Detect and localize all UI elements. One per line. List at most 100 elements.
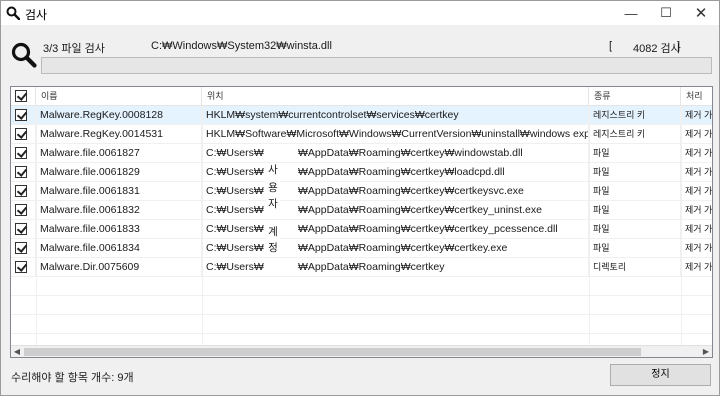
row-check-cell[interactable] bbox=[11, 201, 36, 220]
row-action: 제거 가 bbox=[685, 205, 713, 215]
scan-stage-label: 3/3 파일 검사 bbox=[43, 43, 105, 55]
row-name: Malware.Dir.0075609 bbox=[36, 258, 202, 277]
empty-row bbox=[11, 277, 712, 296]
scrollbar-thumb[interactable] bbox=[24, 348, 641, 356]
row-checkbox[interactable] bbox=[15, 128, 27, 140]
row-type: 파일 bbox=[589, 144, 681, 163]
column-divider bbox=[589, 106, 590, 345]
row-checkbox[interactable] bbox=[15, 185, 27, 197]
row-checkbox[interactable] bbox=[15, 147, 27, 159]
column-divider bbox=[202, 106, 203, 345]
row-location: C:₩Users₩ ₩AppData₩Roaming₩certkey₩loadcp… bbox=[202, 163, 589, 182]
row-action: 제거 가 bbox=[685, 243, 713, 253]
user-account-char: 정 bbox=[266, 241, 280, 256]
row-type: 파일 bbox=[589, 182, 681, 201]
row-checkbox[interactable] bbox=[15, 242, 27, 254]
table-row[interactable]: Malware.file.0061831 C:₩Users₩ ₩AppData₩Ro… bbox=[11, 182, 713, 201]
row-checkbox[interactable] bbox=[15, 166, 27, 178]
location-prefix: C:₩Users₩ bbox=[206, 185, 264, 197]
table-row[interactable]: Malware.file.0061827 C:₩Users₩ ₩AppData₩Ro… bbox=[11, 144, 713, 163]
scan-progress-bar bbox=[41, 57, 712, 74]
row-name: Malware.file.0061827 bbox=[36, 144, 202, 163]
row-check-cell[interactable] bbox=[11, 144, 36, 163]
row-location: C:₩Users₩ ₩AppData₩Roaming₩certkey₩certke… bbox=[202, 239, 589, 258]
row-type: 파일 bbox=[589, 239, 681, 258]
title-bar[interactable]: 검사 — ☐ ✕ bbox=[1, 1, 719, 25]
maximize-button[interactable]: ☐ bbox=[650, 1, 682, 25]
scan-count: 4082 검사 bbox=[633, 43, 681, 55]
table-row[interactable]: Malware.file.0061832 C:₩Users₩ ₩AppData₩Ro… bbox=[11, 201, 713, 220]
row-action: 제거 가 bbox=[685, 186, 713, 196]
user-account-char: 계 bbox=[266, 225, 280, 240]
row-type: 파일 bbox=[589, 163, 681, 182]
horizontal-scrollbar[interactable]: ◀ ▶ bbox=[11, 345, 712, 357]
stop-button[interactable]: 정지 bbox=[610, 364, 711, 386]
row-checkbox[interactable] bbox=[15, 261, 27, 273]
table-row[interactable]: Malware.Dir.0075609 C:₩Users₩ ₩AppData₩Roa… bbox=[11, 258, 713, 277]
row-name: Malware.RegKey.0014531 bbox=[36, 125, 202, 144]
location-suffix: ₩AppData₩Roaming₩certkey₩certkeysvc.exe bbox=[298, 185, 524, 197]
select-all-checkbox[interactable] bbox=[15, 90, 27, 102]
user-account-char: 용 bbox=[266, 181, 280, 196]
column-action[interactable]: 처리 bbox=[681, 87, 712, 106]
row-action: 제거 가 bbox=[685, 129, 713, 139]
list-header: 이름 위치 종류 처리 bbox=[11, 87, 712, 106]
row-checkbox[interactable] bbox=[15, 109, 27, 121]
row-type: 파일 bbox=[589, 220, 681, 239]
row-check-cell[interactable] bbox=[11, 220, 36, 239]
row-check-cell[interactable] bbox=[11, 258, 36, 277]
table-row[interactable]: Malware.file.0061834 C:₩Users₩ ₩AppData₩Ro… bbox=[11, 239, 713, 258]
row-location: C:₩Users₩ ₩AppData₩Roaming₩certkey₩window… bbox=[202, 144, 589, 163]
row-location: C:₩Users₩ ₩AppData₩Roaming₩certkey₩certke… bbox=[202, 182, 589, 201]
location-prefix: C:₩Users₩ bbox=[206, 147, 264, 159]
row-name: Malware.file.0061831 bbox=[36, 182, 202, 201]
row-check-cell[interactable] bbox=[11, 106, 36, 125]
window-title: 검사 bbox=[25, 8, 48, 22]
search-icon bbox=[6, 6, 20, 20]
row-type: 레지스트리 키 bbox=[589, 125, 681, 144]
table-row[interactable]: Malware.RegKey.0014531 HKLM₩Software₩Micr… bbox=[11, 125, 713, 144]
row-location: C:₩Users₩ ₩AppData₩Roaming₩certkey₩certke… bbox=[202, 220, 589, 239]
user-account-char: 자 bbox=[266, 197, 280, 212]
column-name[interactable]: 이름 bbox=[36, 87, 202, 106]
row-checkbox[interactable] bbox=[15, 223, 27, 235]
table-row[interactable]: Malware.file.0061833 C:₩Users₩ ₩AppData₩Ro… bbox=[11, 220, 712, 239]
row-type: 레지스트리 키 bbox=[589, 106, 681, 125]
table-row[interactable]: Malware.file.0061829 C:₩Users₩ ₩AppData₩Ro… bbox=[11, 163, 713, 182]
location-prefix: C:₩Users₩ bbox=[206, 166, 264, 178]
row-location: C:₩Users₩ ₩AppData₩Roaming₩certkey₩certke… bbox=[202, 201, 589, 220]
scroll-left-icon[interactable]: ◀ bbox=[11, 346, 23, 357]
row-check-cell[interactable] bbox=[11, 239, 36, 258]
table-row[interactable]: Malware.RegKey.0008128 HKLM₩system₩curren… bbox=[11, 106, 712, 125]
column-location[interactable]: 위치 bbox=[202, 87, 589, 106]
row-action: 제거 가 bbox=[685, 148, 713, 158]
location-suffix: ₩AppData₩Roaming₩certkey₩certkey.exe bbox=[298, 242, 508, 254]
row-name: Malware.file.0061829 bbox=[36, 163, 202, 182]
row-action: 제거 가 bbox=[685, 167, 713, 177]
column-divider bbox=[681, 106, 682, 345]
user-account-char: 사 bbox=[266, 163, 280, 178]
row-check-cell[interactable] bbox=[11, 182, 36, 201]
location-suffix: ₩AppData₩Roaming₩certkey₩certkey_pcessen… bbox=[298, 223, 558, 235]
results-list[interactable]: 이름 위치 종류 처리 Malware.RegKey.0008128 HKLM₩s… bbox=[10, 86, 713, 358]
scroll-right-icon[interactable]: ▶ bbox=[700, 346, 712, 357]
location-prefix: C:₩Users₩ bbox=[206, 223, 264, 235]
close-button[interactable]: ✕ bbox=[685, 1, 717, 25]
location-prefix: C:₩Users₩ bbox=[206, 204, 264, 216]
scan-search-icon bbox=[11, 42, 37, 68]
row-name: Malware.file.0061833 bbox=[36, 220, 202, 239]
row-type: 디렉토리 bbox=[589, 258, 681, 277]
row-name: Malware.file.0061832 bbox=[36, 201, 202, 220]
header-select-all[interactable] bbox=[11, 87, 36, 106]
row-checkbox[interactable] bbox=[15, 204, 27, 216]
column-type[interactable]: 종류 bbox=[589, 87, 681, 106]
minimize-button[interactable]: — bbox=[615, 1, 647, 25]
location-suffix: ₩AppData₩Roaming₩certkey₩loadcpd.dll bbox=[298, 166, 505, 178]
column-divider bbox=[36, 106, 37, 345]
empty-row bbox=[11, 315, 712, 334]
row-action: 제거 가 bbox=[685, 262, 713, 272]
scan-count-bracket-open: [ bbox=[609, 40, 613, 52]
row-check-cell[interactable] bbox=[11, 125, 36, 144]
row-check-cell[interactable] bbox=[11, 163, 36, 182]
empty-row bbox=[11, 296, 712, 315]
